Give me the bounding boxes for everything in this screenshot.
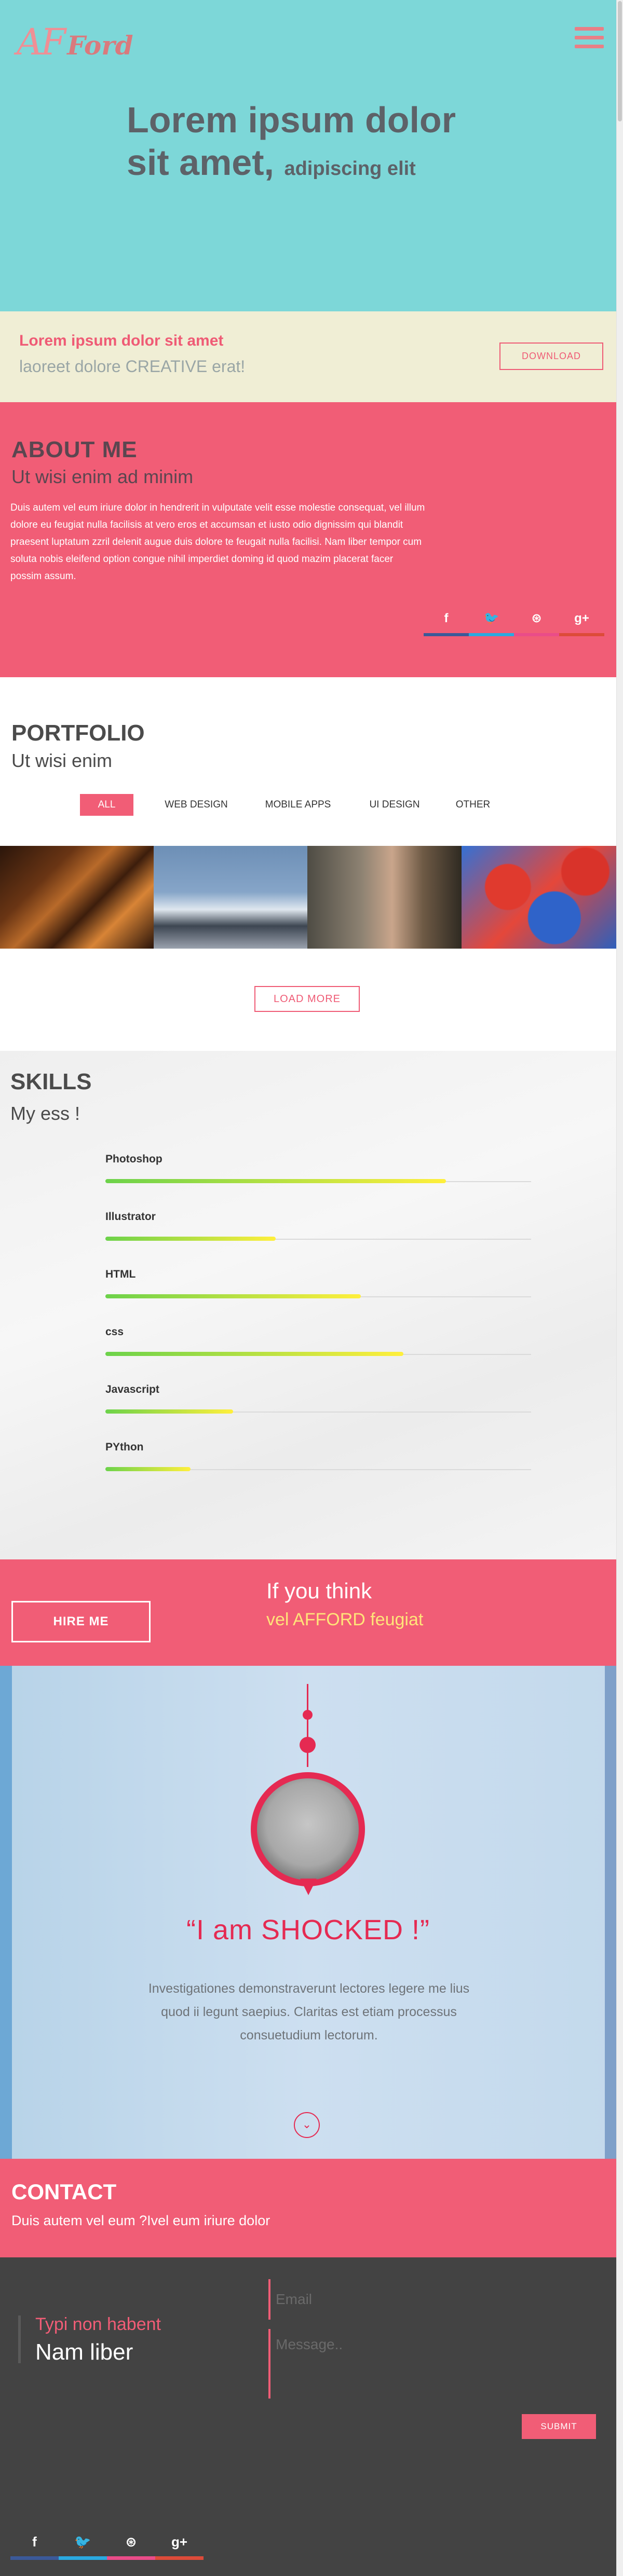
testimonial-left-border: [0, 1666, 12, 2159]
gallery-image-workshop[interactable]: [0, 846, 154, 949]
portfolio-subheading: Ut wisi enim: [11, 750, 113, 771]
page-scrollbar[interactable]: [616, 0, 623, 2576]
skill-name: css: [105, 1326, 124, 1338]
skill-track: [105, 1179, 531, 1183]
email-field[interactable]: [268, 2279, 611, 2320]
skills-section: [0, 1051, 616, 1559]
twitter-icon[interactable]: 🐦: [469, 607, 514, 636]
submit-button[interactable]: SUBMIT: [522, 2414, 596, 2439]
about-heading: ABOUT ME: [11, 437, 138, 462]
filter-mobile-apps[interactable]: MOBILE APPS: [259, 794, 337, 816]
pin-dot-small: [303, 1710, 313, 1720]
skill-progress-bar: [105, 1179, 446, 1183]
logo-name: Ford: [67, 30, 133, 61]
facebook-icon[interactable]: f: [10, 2529, 59, 2560]
footer-line2: Nam liber: [35, 2339, 133, 2365]
skill-progress-bar: [105, 1409, 233, 1414]
load-more-button[interactable]: LOAD MORE: [254, 986, 360, 1012]
logo[interactable]: AF Ford: [17, 21, 133, 63]
skill-name: Photoshop: [105, 1153, 162, 1165]
skill-item: Photoshop: [105, 1153, 531, 1183]
hire-me-button[interactable]: HIRE ME: [11, 1601, 151, 1642]
skill-name: PYthon: [105, 1441, 144, 1453]
testimonial-right-border: [605, 1666, 616, 2159]
download-button[interactable]: DOWNLOAD: [499, 342, 603, 370]
portfolio-gallery: [0, 846, 616, 949]
hire-heading: If you think: [266, 1579, 372, 1603]
gallery-image-umbrellas[interactable]: [462, 846, 616, 949]
filter-other[interactable]: OTHER: [447, 794, 499, 816]
skill-progress-bar: [105, 1294, 361, 1298]
skill-name: HTML: [105, 1268, 136, 1280]
skill-track: [105, 1467, 531, 1471]
skill-track: [105, 1294, 531, 1298]
skills-heading: SKILLS: [10, 1069, 92, 1094]
hamburger-menu-icon[interactable]: [575, 27, 604, 49]
dribbble-icon[interactable]: ⊛: [514, 607, 559, 636]
skill-progress-bar: [105, 1352, 403, 1356]
gallery-image-woman-phone[interactable]: [307, 846, 462, 949]
skill-item: PYthon: [105, 1441, 531, 1471]
skill-item: css: [105, 1326, 531, 1356]
logo-initials: AF: [17, 21, 66, 63]
cta-title: Lorem ipsum dolor sit amet: [19, 332, 224, 349]
hero-title: Lorem ipsum dolor sit amet, adipiscing e…: [127, 99, 500, 190]
avatar-photo: [257, 1778, 359, 1880]
hero-title-small: adipiscing elit: [284, 158, 416, 180]
footer-social-links: f 🐦 ⊛ g+: [10, 2529, 204, 2560]
pin-dot-large: [300, 1737, 316, 1753]
message-field[interactable]: [268, 2329, 611, 2399]
skill-name: Illustrator: [105, 1211, 156, 1223]
scrollbar-thumb[interactable]: [618, 1, 622, 121]
chevron-down-icon[interactable]: ⌄: [294, 2112, 320, 2138]
testimonial-quote-title: “I am SHOCKED !”: [186, 1914, 430, 1945]
twitter-icon[interactable]: 🐦: [59, 2529, 107, 2560]
testimonial-text: Investigationes demonstraverunt lectores…: [148, 1981, 470, 2043]
hire-subheading: vel AFFORD feugiat: [266, 1610, 424, 1629]
dribbble-icon[interactable]: ⊛: [107, 2529, 155, 2560]
skill-progress-bar: [105, 1467, 191, 1471]
google-plus-icon[interactable]: g+: [559, 607, 604, 636]
cta-subtitle: laoreet dolore CREATIVE erat!: [19, 357, 246, 376]
google-plus-icon[interactable]: g+: [155, 2529, 204, 2560]
gallery-image-paraglider[interactable]: [154, 846, 307, 949]
hero-title-line1: Lorem ipsum dolor: [127, 100, 456, 140]
facebook-icon[interactable]: f: [424, 607, 469, 636]
skill-item: Javascript: [105, 1383, 531, 1414]
filter-web-design[interactable]: WEB DESIGN: [157, 794, 235, 816]
avatar-pointer: [300, 1879, 317, 1895]
avatar: [251, 1772, 365, 1895]
skill-progress-bar: [105, 1237, 276, 1241]
hero-title-line2: sit amet,: [127, 142, 274, 183]
skills-subheading: My ess !: [10, 1103, 80, 1124]
footer-line1: Typi non habent: [35, 2314, 161, 2334]
portfolio-heading: PORTFOLIO: [11, 720, 145, 746]
portfolio-filters: ALL WEB DESIGN MOBILE APPS UI DESIGN OTH…: [80, 794, 499, 816]
skill-item: Illustrator: [105, 1211, 531, 1241]
skill-track: [105, 1237, 531, 1241]
filter-ui-design[interactable]: UI DESIGN: [361, 794, 428, 816]
footer-accent-bar: [18, 2315, 21, 2363]
contact-heading: CONTACT: [11, 2180, 117, 2204]
skill-track: [105, 1409, 531, 1414]
contact-section: [0, 2159, 616, 2257]
about-text: Duis autem vel eum iriure dolor in hendr…: [10, 502, 425, 582]
skill-track: [105, 1352, 531, 1356]
pin-line: [307, 1684, 308, 1767]
about-social-links: f 🐦 ⊛ g+: [424, 607, 604, 636]
page: AF Ford Lorem ipsum dolor sit amet, adip…: [0, 0, 616, 2576]
about-subheading: Ut wisi enim ad minim: [11, 466, 194, 487]
skill-item: HTML: [105, 1268, 531, 1298]
filter-all[interactable]: ALL: [80, 794, 133, 816]
skill-name: Javascript: [105, 1383, 159, 1395]
contact-subheading: Duis autem vel eum ?Ivel eum iriure dolo…: [11, 2213, 270, 2228]
